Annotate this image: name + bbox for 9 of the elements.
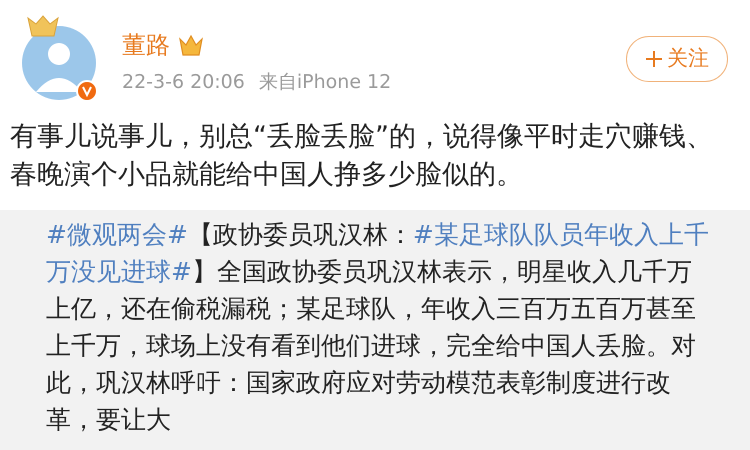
plus-icon [645,50,663,68]
post-time: 22-3-6 20:06 [122,70,245,94]
crown-icon [178,33,204,57]
post-text: 有事儿说事儿，别总“丢脸丢脸”的，说得像平时走穴赚钱、春晚演个小品就能给中国人挣多少脸似的。 [9,120,714,192]
post-source: 来自iPhone 12 [258,70,392,94]
author-name[interactable]: 董路 [122,30,170,60]
crown-badge-icon [26,14,60,38]
follow-button[interactable]: 关注 [626,36,728,82]
repost-text: #微观两会#【政协委员巩汉林：#某足球队队员年收入上千万没见进球#】全国政协委员巩汉林表示，明星收入几千万上亿，还在偷税漏税；某足球队，年收入三百万五百万甚至上千万，球场上没有看到他们进球，完全给中国人丢脸。对此，巩汉林呼吁：国家政府应对劳动模范表彰制度进行改革，要让大 [46,219,710,436]
